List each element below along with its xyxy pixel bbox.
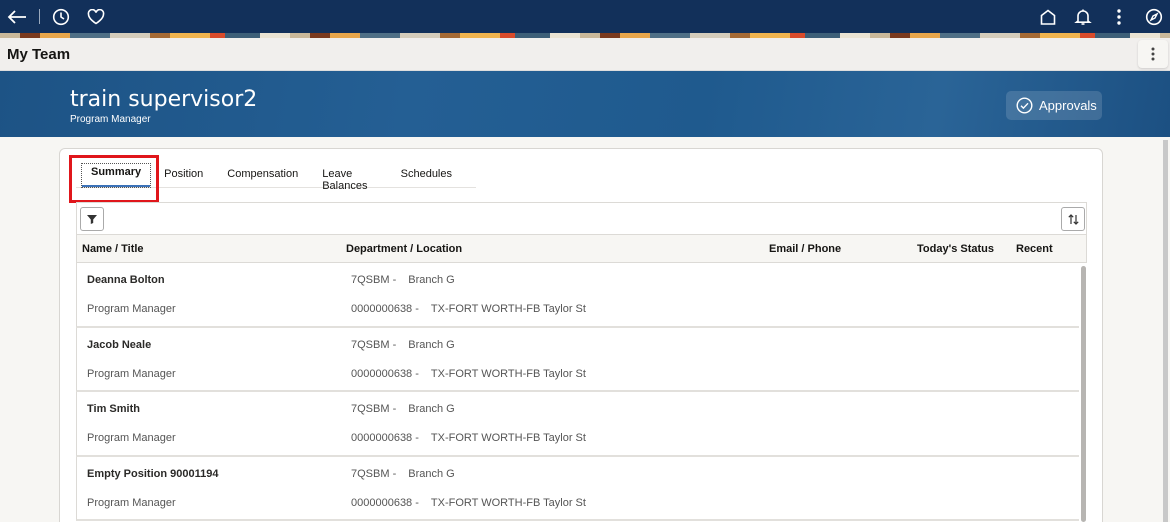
home-icon[interactable] [1037,6,1059,28]
profile-banner: train supervisor2 Program Manager [0,71,1170,137]
table-row[interactable]: Jacob Neale Program Manager 7QSBM - Branc… [76,327,1079,392]
table-toolbar [76,202,1087,234]
check-circle-icon [1016,97,1033,114]
department: 7QSBM - Branch G [351,403,455,415]
department-name: Branch G [408,467,455,480]
department-name: Branch G [408,274,455,286]
sort-icon [1067,213,1079,225]
department-name: Branch G [408,338,455,351]
location: 0000000638 - TX-FORT WORTH-FB Taylor St [351,432,586,444]
column-header-email-phone[interactable]: Email / Phone [769,243,841,255]
sort-button[interactable] [1061,207,1085,231]
member-title: Program Manager [87,432,176,444]
page-title: My Team [7,46,71,63]
recent-clock-icon[interactable] [50,6,72,28]
location-code: 0000000638 - [351,432,419,444]
location: 0000000638 - TX-FORT WORTH-FB Taylor St [351,303,586,315]
column-header-department-location[interactable]: Department / Location [346,243,462,255]
table-row[interactable]: Empty Position 90001194 Program Manager … [76,456,1079,521]
tab-schedules[interactable]: Schedules [401,164,452,187]
page-scrollbar[interactable] [1163,140,1168,522]
column-header-name-title[interactable]: Name / Title [82,243,144,255]
location-name: TX-FORT WORTH-FB Taylor St [430,496,586,509]
location-code: 0000000638 - [351,367,419,380]
page-title-bar: My Team [0,38,1170,71]
member-title: Program Manager [87,367,176,380]
member-name[interactable]: Empty Position 90001194 [87,468,218,480]
tab-leave-balances[interactable]: Leave Balances [322,164,376,192]
location: 0000000638 - TX-FORT WORTH-FB Taylor St [351,497,586,509]
member-title: Program Manager [87,303,176,315]
header-divider [39,9,40,24]
department-code: 7QSBM - [351,403,397,415]
column-header-todays-status[interactable]: Today's Status [917,243,994,255]
notifications-bell-icon[interactable] [1072,6,1094,28]
department-name: Branch G [408,403,455,415]
team-member-list: Deanna Bolton Program Manager 7QSBM - Bra… [76,263,1079,521]
page-actions-button[interactable] [1138,40,1168,68]
favorites-heart-icon[interactable] [85,6,107,28]
approvals-label: Approvals [1039,98,1097,113]
filter-button[interactable] [80,207,104,231]
back-arrow-icon[interactable] [6,6,28,28]
department: 7QSBM - Branch G [351,468,455,480]
department-code: 7QSBM - [351,274,397,286]
actions-kebab-icon[interactable] [1108,6,1130,28]
tab-compensation[interactable]: Compensation [227,164,298,187]
location-name: TX-FORT WORTH-FB Taylor St [430,432,586,444]
table-header: Name / Title Department / Location Email… [76,234,1087,263]
tab-bar: Summary Position Compensation Leave Bala… [76,163,476,192]
column-header-recent[interactable]: Recent [1016,243,1053,255]
location-name: TX-FORT WORTH-FB Taylor St [430,367,586,380]
department: 7QSBM - Branch G [351,274,455,286]
table-row[interactable]: Tim Smith Program Manager 7QSBM - Branch … [76,392,1079,457]
manager-role: Program Manager [70,114,151,125]
approvals-button[interactable]: Approvals [1006,91,1102,120]
global-header [0,0,1170,33]
navigator-compass-icon[interactable] [1143,6,1165,28]
tab-position[interactable]: Position [164,164,203,187]
member-name[interactable]: Tim Smith [87,403,140,415]
department-code: 7QSBM - [351,338,397,351]
member-name[interactable]: Deanna Bolton [87,274,165,286]
tab-summary[interactable]: Summary [80,163,152,188]
kebab-icon [1151,47,1155,61]
location-code: 0000000638 - [351,303,419,315]
location-name: TX-FORT WORTH-FB Taylor St [430,303,586,315]
location-code: 0000000638 - [351,496,419,509]
manager-name: train supervisor2 [70,87,258,112]
filter-icon [87,215,97,224]
member-name[interactable]: Jacob Neale [87,339,151,351]
table-scrollbar[interactable] [1081,266,1086,522]
location: 0000000638 - TX-FORT WORTH-FB Taylor St [351,368,586,380]
department: 7QSBM - Branch G [351,339,455,351]
department-code: 7QSBM - [351,467,397,480]
table-row[interactable]: Deanna Bolton Program Manager 7QSBM - Bra… [76,263,1079,328]
member-title: Program Manager [87,496,176,509]
